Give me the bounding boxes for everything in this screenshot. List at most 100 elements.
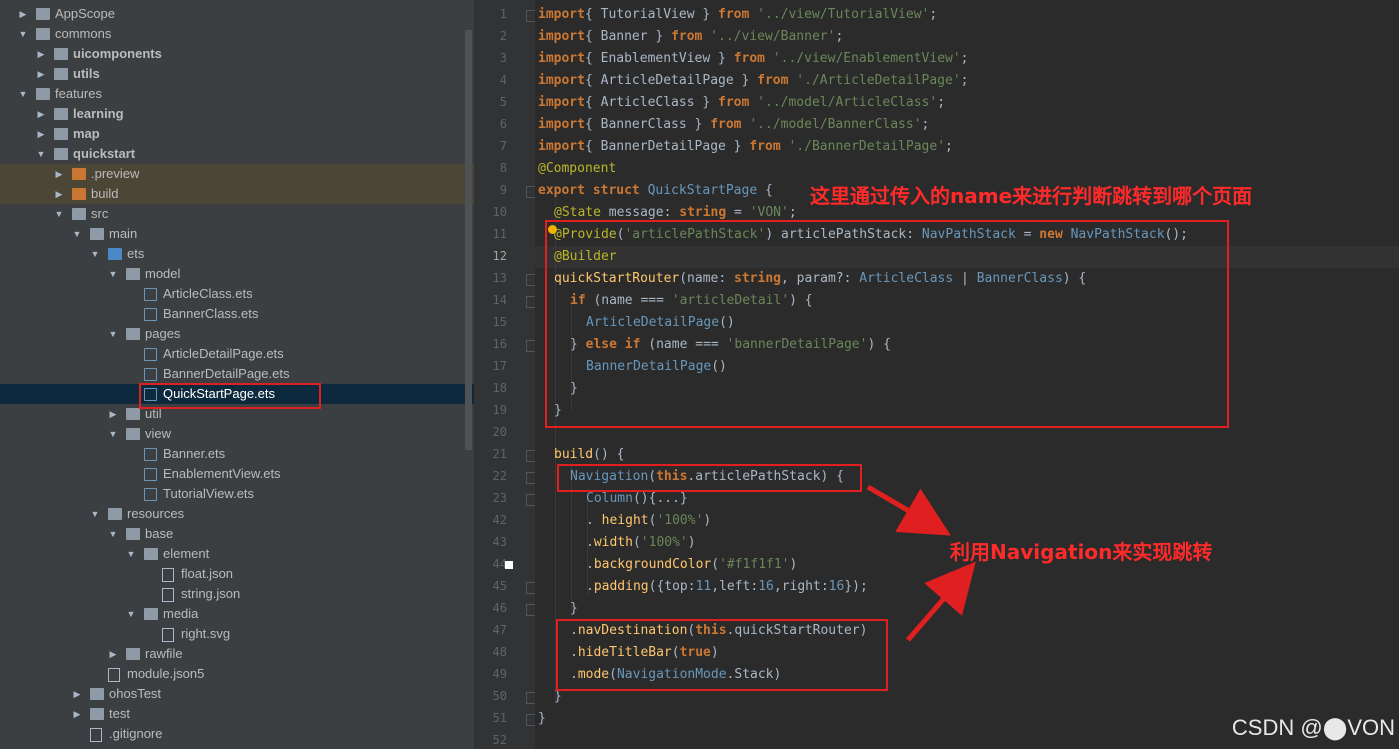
chevron-down-icon[interactable]: ▼	[54, 207, 64, 221]
tree-item[interactable]: right.svg	[0, 624, 474, 644]
tree-item[interactable]: Banner.ets	[0, 444, 474, 464]
tree-item[interactable]: module.json5	[0, 664, 474, 684]
folder-icon	[54, 108, 68, 120]
chevron-down-icon[interactable]: ▼	[108, 527, 118, 541]
tree-item-label: build	[91, 186, 119, 201]
tree-item-label: quickstart	[73, 146, 136, 161]
tree-item[interactable]: ▶ AppScope	[0, 4, 474, 24]
chevron-down-icon[interactable]: ▼	[126, 547, 136, 561]
tree-item-label: EnablementView.ets	[163, 466, 281, 481]
folder-icon	[90, 688, 104, 700]
tree-item[interactable]: ▼ quickstart	[0, 144, 474, 164]
chevron-right-icon[interactable]: ▶	[72, 687, 82, 701]
code-line[interactable]: .width('100%')	[586, 532, 696, 554]
code-line[interactable]: build() {	[554, 444, 624, 466]
tree-item[interactable]: ▶ rawfile	[0, 644, 474, 664]
chevron-right-icon[interactable]: ▶	[36, 47, 46, 61]
chevron-down-icon[interactable]: ▼	[18, 27, 28, 41]
code-line[interactable]: .backgroundColor('#f1f1f1')	[586, 554, 797, 576]
breakpoint-marker[interactable]	[505, 561, 513, 569]
tree-item[interactable]: ▶ ohosTest	[0, 684, 474, 704]
chevron-down-icon[interactable]: ▼	[36, 147, 46, 161]
tree-item[interactable]: ▼ view	[0, 424, 474, 444]
chevron-down-icon[interactable]: ▼	[108, 267, 118, 281]
tree-item[interactable]: ▶ utils	[0, 64, 474, 84]
chevron-right-icon[interactable]: ▶	[108, 407, 118, 421]
project-tree-scrollbar[interactable]	[465, 30, 472, 450]
tree-item[interactable]: EnablementView.ets	[0, 464, 474, 484]
chevron-right-icon[interactable]: ▶	[18, 7, 28, 21]
folder-icon	[144, 608, 158, 620]
tree-item[interactable]: ▶ .preview	[0, 164, 474, 184]
code-line[interactable]: import{ TutorialView } from '../view/Tut…	[538, 4, 937, 26]
chevron-right-icon[interactable]: ▶	[54, 167, 64, 181]
code-line[interactable]: import{ BannerDetailPage } from './Banne…	[538, 136, 953, 158]
chevron-down-icon[interactable]: ▼	[108, 327, 118, 341]
tree-item[interactable]: ▶ build	[0, 184, 474, 204]
editor-gutter: 1 2 3 4 5 6 7 8 9 10 11 12 13 14 15 16 17 18 19 20 21 22 23 42 4…	[474, 0, 537, 749]
line-number: 5	[499, 95, 507, 109]
tree-item-label: rawfile	[145, 646, 183, 661]
tree-item[interactable]: ▼ model	[0, 264, 474, 284]
file-icon	[162, 628, 174, 642]
code-line[interactable]: }	[570, 598, 578, 620]
line-number: 15	[492, 315, 507, 329]
code-line[interactable]: import{ Banner } from '../view/Banner';	[538, 26, 843, 48]
tree-item[interactable]: BannerDetailPage.ets	[0, 364, 474, 384]
tree-item[interactable]: TutorialView.ets	[0, 484, 474, 504]
chevron-down-icon[interactable]: ▼	[90, 507, 100, 521]
tree-item[interactable]: float.json	[0, 564, 474, 584]
chevron-down-icon[interactable]: ▼	[108, 427, 118, 441]
chevron-down-icon[interactable]: ▼	[90, 247, 100, 261]
tree-item[interactable]: ▶ test	[0, 704, 474, 724]
line-number: 13	[492, 271, 507, 285]
chevron-right-icon[interactable]: ▶	[36, 67, 46, 81]
chevron-right-icon[interactable]: ▶	[36, 107, 46, 121]
line-number: 51	[492, 711, 507, 725]
chevron-right-icon[interactable]: ▶	[72, 707, 82, 721]
tree-item-label: Banner.ets	[163, 446, 226, 461]
code-line[interactable]: }	[538, 708, 546, 730]
tree-item-label: .gitignore	[109, 726, 163, 741]
code-line[interactable]: . height('100%')	[586, 510, 711, 532]
tree-item[interactable]: ArticleDetailPage.ets	[0, 344, 474, 364]
code-line[interactable]: import{ ArticleDetailPage } from './Arti…	[538, 70, 969, 92]
tree-item[interactable]: ▼ base	[0, 524, 474, 544]
chevron-down-icon[interactable]: ▼	[126, 607, 136, 621]
tree-item[interactable]: ▶ map	[0, 124, 474, 144]
tree-item[interactable]: .gitignore	[0, 724, 474, 744]
tree-item[interactable]: ▼ features	[0, 84, 474, 104]
code-line[interactable]: import{ BannerClass } from '../model/Ban…	[538, 114, 929, 136]
tree-item-label: media	[163, 606, 199, 621]
code-line[interactable]: import{ ArticleClass } from '../model/Ar…	[538, 92, 945, 114]
tree-item[interactable]: ▼ src	[0, 204, 474, 224]
tree-item[interactable]: ▼ commons	[0, 24, 474, 44]
line-number: 42	[492, 513, 507, 527]
code-line[interactable]: .padding({top:11,left:16,right:16});	[586, 576, 868, 598]
tree-item[interactable]: BannerClass.ets	[0, 304, 474, 324]
chevron-down-icon[interactable]: ▼	[72, 227, 82, 241]
tree-item[interactable]: ▼ main	[0, 224, 474, 244]
ets-file-icon	[144, 368, 157, 381]
chevron-right-icon[interactable]: ▶	[36, 127, 46, 141]
folder-icon	[126, 328, 140, 340]
tree-item[interactable]: ArticleClass.ets	[0, 284, 474, 304]
chevron-right-icon[interactable]: ▶	[54, 187, 64, 201]
tree-item[interactable]: ▼ ets	[0, 244, 474, 264]
tree-item[interactable]: ▼ element	[0, 544, 474, 564]
tree-item[interactable]: ▼ media	[0, 604, 474, 624]
tree-item[interactable]: string.json	[0, 584, 474, 604]
tree-item-label: string.json	[181, 586, 241, 601]
ets-file-icon	[144, 468, 157, 481]
chevron-down-icon[interactable]: ▼	[18, 87, 28, 101]
tree-item[interactable]: ▼ pages	[0, 324, 474, 344]
tree-item[interactable]: ▶ uicomponents	[0, 44, 474, 64]
tree-item[interactable]: ▼ resources	[0, 504, 474, 524]
line-number: 46	[492, 601, 507, 615]
code-line[interactable]: import{ EnablementView } from '../view/E…	[538, 48, 969, 70]
tree-item[interactable]: ▶ learning	[0, 104, 474, 124]
code-line[interactable]: export struct QuickStartPage {	[538, 180, 773, 202]
line-number: 10	[492, 205, 507, 219]
code-line[interactable]: @Component	[538, 158, 616, 180]
chevron-right-icon[interactable]: ▶	[108, 647, 118, 661]
